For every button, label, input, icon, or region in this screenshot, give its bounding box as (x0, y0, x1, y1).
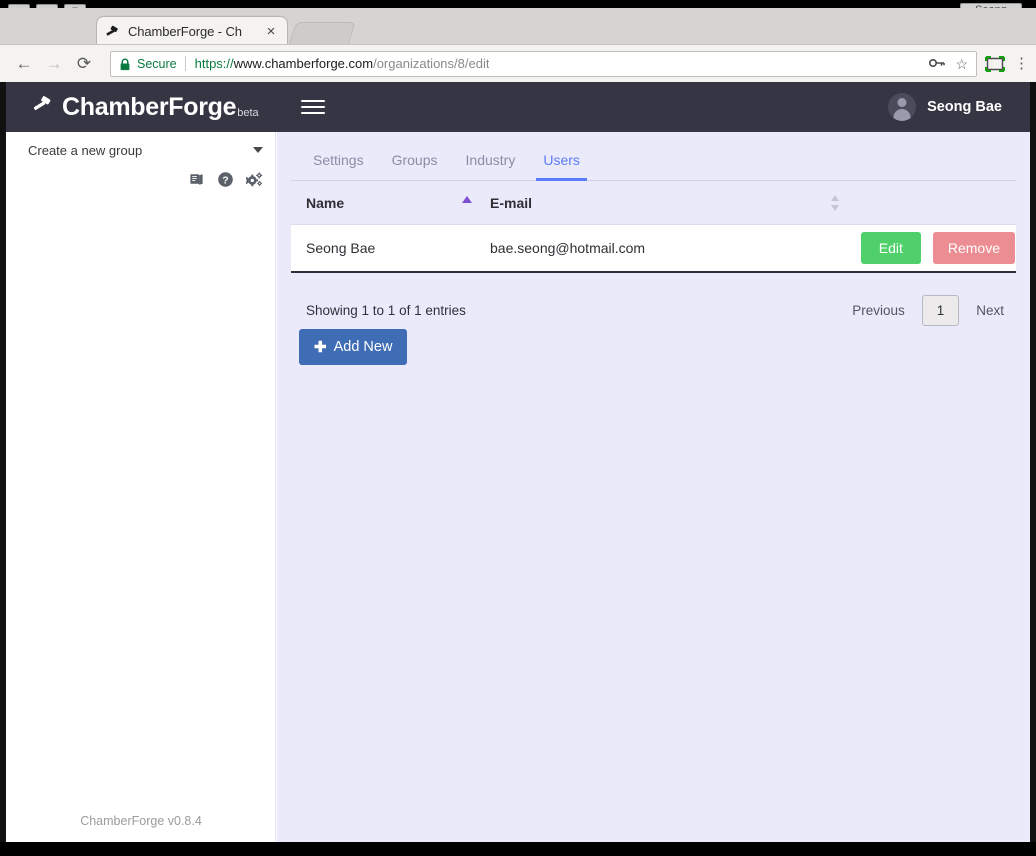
cast-icon[interactable] (985, 56, 1005, 72)
back-button[interactable]: ← (10, 50, 38, 78)
brand-logo[interactable]: ChamberForge beta (33, 94, 259, 120)
app-header: ChamberForge beta Seong Bae (6, 82, 1030, 132)
hamburger-bar (301, 106, 325, 108)
pagination-page-1[interactable]: 1 (922, 295, 960, 326)
column-header-email-label: E-mail (490, 195, 532, 211)
browser-chrome: ChamberForge - Ch × ← → ⟳ Secure https:/… (0, 8, 1036, 82)
browser-menu-icon[interactable]: ⋮ (1014, 57, 1026, 70)
table-footer: Showing 1 to 1 of 1 entries Previous 1 N… (291, 273, 1016, 329)
security-status-label: Secure (137, 57, 177, 71)
url-host: www.chamberforge.com (234, 56, 373, 71)
add-new-label: Add New (334, 339, 393, 355)
browser-tab[interactable]: ChamberForge - Ch × (96, 16, 288, 46)
new-tab-button[interactable] (288, 22, 356, 46)
column-header-name[interactable]: Name (299, 195, 486, 211)
tab-users[interactable]: Users (529, 142, 594, 180)
column-header-email[interactable]: E-mail (486, 195, 1016, 211)
brand-name: ChamberForge (62, 94, 236, 120)
page-bottom-bar (0, 842, 1036, 856)
gavel-icon (33, 95, 55, 117)
lock-icon (119, 58, 131, 70)
pagination: Previous 1 Next (840, 295, 1016, 326)
avatar-body (894, 109, 911, 121)
content-tabs: Settings Groups Industry Users (291, 132, 1016, 181)
edit-button[interactable]: Edit (861, 232, 921, 264)
forward-button[interactable]: → (40, 50, 68, 78)
avatar (888, 93, 916, 121)
sort-up-arrow (831, 195, 839, 201)
cogs-icon[interactable] (246, 171, 263, 188)
plus-icon: ✚ (314, 340, 327, 355)
users-table: Name E-mail Seong Bae bae.seong@hotmail.… (291, 181, 1016, 273)
pagination-previous[interactable]: Previous (840, 296, 917, 325)
hamburger-bar (301, 100, 325, 102)
hamburger-bar (301, 112, 325, 114)
omnibox-divider (185, 56, 186, 71)
hamburger-icon[interactable] (301, 95, 325, 119)
browser-tab-title: ChamberForge - Ch (128, 24, 263, 39)
bookmark-star-icon[interactable]: ☆ (955, 57, 968, 71)
reload-button[interactable]: ⟳ (70, 50, 98, 78)
omnibox-actions: ☆ (919, 57, 968, 71)
avatar-head (898, 98, 907, 107)
pagination-next[interactable]: Next (964, 296, 1016, 325)
address-bar[interactable]: Secure https://www.chamberforge.com/orga… (110, 51, 977, 77)
main-content: Settings Groups Industry Users Name E-ma… (277, 132, 1030, 842)
browser-toolbar: ← → ⟳ Secure https://www.chamberforge.co… (0, 44, 1036, 82)
sidebar-group-selector-label: Create a new group (28, 143, 142, 158)
help-circle-icon[interactable]: ? (217, 171, 234, 188)
close-icon[interactable]: × (263, 24, 279, 40)
page-viewport: ChamberForge beta Seong Bae Create a new… (0, 82, 1036, 842)
entries-info-label: Showing 1 to 1 of 1 entries (299, 303, 466, 318)
user-name-label: Seong Bae (927, 99, 1002, 115)
app-version-label: ChamberForge v0.8.4 (6, 814, 276, 828)
cell-name: Seong Bae (299, 240, 486, 256)
cell-email: bae.seong@hotmail.com (486, 240, 861, 256)
brand-badge: beta (237, 107, 258, 119)
screen: × – □ Seong ChamberForge - Ch × (0, 0, 1036, 856)
sort-down-arrow (831, 205, 839, 211)
user-menu[interactable]: Seong Bae (888, 93, 1002, 121)
tab-industry[interactable]: Industry (452, 142, 530, 180)
url-path: /organizations/8/edit (373, 56, 489, 71)
caret-down-icon (253, 147, 263, 153)
book-icon[interactable] (188, 171, 205, 188)
sidebar: Create a new group ? (6, 132, 276, 842)
url-scheme: https:// (195, 56, 234, 71)
remove-button[interactable]: Remove (933, 232, 1015, 264)
viewport-right-edge (1030, 82, 1036, 842)
sort-ascending-icon (462, 196, 472, 203)
toolbar-right-actions: ⋮ (985, 56, 1026, 72)
sidebar-icon-row: ? (6, 171, 275, 188)
tab-settings[interactable]: Settings (299, 142, 378, 180)
svg-text:?: ? (222, 174, 228, 186)
add-new-wrapper: ✚ Add New (291, 329, 1016, 365)
key-icon[interactable] (929, 57, 945, 71)
row-actions: Edit Remove (861, 232, 1016, 264)
sidebar-group-selector[interactable]: Create a new group (6, 135, 275, 165)
url-text: https://www.chamberforge.com/organizatio… (195, 56, 490, 71)
table-header-row: Name E-mail (291, 181, 1016, 225)
tab-groups[interactable]: Groups (378, 142, 452, 180)
table-row: Seong Bae bae.seong@hotmail.com Edit Rem… (291, 225, 1016, 273)
add-new-button[interactable]: ✚ Add New (299, 329, 407, 365)
column-header-name-label: Name (306, 195, 344, 211)
gavel-icon (105, 24, 121, 40)
sort-none-icon (831, 195, 840, 211)
browser-tabstrip: ChamberForge - Ch × (0, 8, 1036, 44)
